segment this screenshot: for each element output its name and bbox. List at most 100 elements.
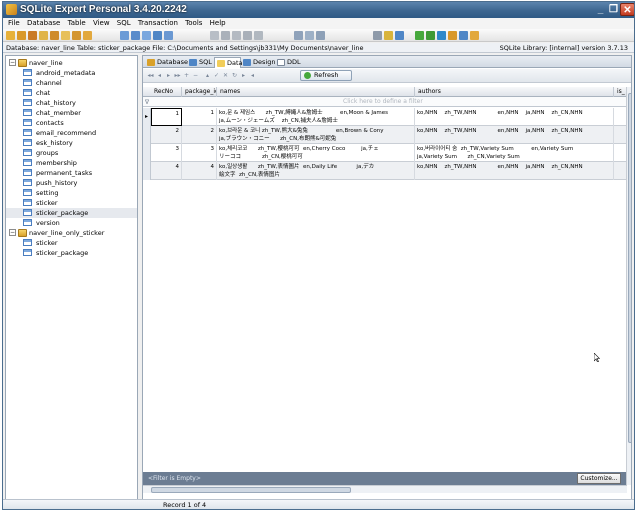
menu-help[interactable]: Help (210, 18, 226, 29)
horizontal-scrollbar-thumb[interactable] (151, 487, 351, 493)
tree-table-android-metadata[interactable]: android_metadata (6, 68, 137, 78)
next-page-button[interactable]: + (183, 72, 190, 79)
new-table-icon[interactable] (120, 31, 129, 40)
tree-table-chat-history[interactable]: chat_history (6, 98, 137, 108)
rename-table-icon[interactable] (142, 31, 151, 40)
tab-design[interactable]: Design (241, 57, 275, 68)
tab-database[interactable]: Database (145, 57, 188, 68)
menu-tools[interactable]: Tools (185, 18, 202, 29)
backup-database-icon[interactable] (61, 31, 70, 40)
maximize-button[interactable]: ❐ (606, 3, 621, 16)
cell-authors[interactable]: ko,버라이어티 숨 zh_TW,Variety Sum en,Variety … (415, 144, 614, 162)
tree-table-chat-member[interactable]: chat_member (6, 108, 137, 118)
tree-table-sticker-package[interactable]: sticker_package (6, 208, 137, 218)
filter-row[interactable]: ∇ Click here to define a filter (143, 97, 627, 107)
refresh-button[interactable]: Refresh (300, 70, 352, 81)
first-record-button[interactable]: ◂◂ (147, 72, 154, 79)
cell-authors[interactable]: ko,NHN zh_TW,NHN en,NHN ja,NHN zh_CN,NHN (415, 108, 614, 126)
tree-table-version[interactable]: version (6, 218, 137, 228)
menu-file[interactable]: File (8, 18, 20, 29)
tree-table-channel[interactable]: channel (6, 78, 137, 88)
collapse-icon[interactable]: − (9, 59, 16, 66)
menu-database[interactable]: Database (27, 18, 60, 29)
tree-table-email-recommend[interactable]: email_recommend (6, 128, 137, 138)
tree-db-naver-line-only-sticker[interactable]: − naver_line_only_sticker (6, 228, 137, 238)
tab-data[interactable]: Data (214, 57, 243, 68)
table-row[interactable]: 2 2 ko,브라운 & 코니 zh_TW,熊大&兔兔 en,Brown & Con… (143, 126, 627, 144)
execute-sql-icon[interactable] (305, 31, 314, 40)
design-table-icon[interactable] (131, 31, 140, 40)
rollback-icon[interactable] (395, 31, 404, 40)
menu-transaction[interactable]: Transaction (138, 18, 178, 29)
tree-table-permanent-tasks[interactable]: permanent_tasks (6, 168, 137, 178)
cell-authors[interactable]: ko,NHN zh_TW,NHN en,NHN ja,NHN zh_CN,NHN (415, 162, 614, 180)
cut-icon[interactable] (210, 31, 219, 40)
cell-package-id[interactable]: 4 (182, 162, 217, 180)
row-indicator[interactable]: ▸ (143, 108, 151, 126)
prior-page-button[interactable]: ◂ (156, 72, 163, 79)
prior-record-button[interactable]: ▸ (165, 72, 172, 79)
row-indicator[interactable] (143, 162, 151, 180)
copy-icon[interactable] (221, 31, 230, 40)
cell-recno[interactable]: 4 (151, 162, 182, 180)
cell-names[interactable]: ko,체리코코 zh_TW,櫻桃可可 en,Cherry Coco ja,チェ … (217, 144, 415, 162)
delete-record-button[interactable]: ✓ (213, 72, 220, 79)
tree-table-contacts[interactable]: contacts (6, 118, 137, 128)
last-record-button[interactable]: − (192, 72, 199, 79)
cancel-edit-button[interactable]: ▸ (240, 72, 247, 79)
tree-table-setting[interactable]: setting (6, 188, 137, 198)
import-icon[interactable] (426, 31, 435, 40)
title-bar[interactable]: SQLite Expert Personal 3.4.20.2242 _ ❐ ✕ (3, 2, 634, 18)
menu-sql[interactable]: SQL (117, 18, 131, 29)
tools-icon[interactable] (448, 31, 457, 40)
column-header-authors[interactable]: authors (415, 87, 614, 97)
tree-table-sticker-package[interactable]: sticker_package (6, 248, 137, 258)
menu-view[interactable]: View (93, 18, 110, 29)
export-database-icon[interactable] (50, 31, 59, 40)
table-row[interactable]: ▸ 1 1 ko,문 & 제임스 zh_TW,縛繩人&詹姆士 en,Moon & Ja… (143, 108, 627, 126)
undo-icon[interactable] (243, 31, 252, 40)
next-record-button[interactable]: ▸▸ (174, 72, 181, 79)
column-header-names[interactable]: names (217, 87, 415, 97)
find-icon[interactable] (294, 31, 303, 40)
tree-table-sticker[interactable]: sticker (6, 198, 137, 208)
restore-database-icon[interactable] (72, 31, 81, 40)
attach-database-icon[interactable] (28, 31, 37, 40)
help-icon[interactable] (470, 31, 479, 40)
edit-record-button[interactable]: ✕ (222, 72, 229, 79)
detach-database-icon[interactable] (39, 31, 48, 40)
insert-record-button[interactable]: ▴ (204, 72, 211, 79)
row-indicator[interactable] (143, 144, 151, 162)
commit-icon[interactable] (384, 31, 393, 40)
cell-package-id[interactable]: 2 (182, 126, 217, 144)
horizontal-scrollbar[interactable] (143, 485, 627, 493)
tab-ddl[interactable]: DDL (275, 57, 303, 68)
sql-history-icon[interactable] (316, 31, 325, 40)
tree-db-naver-line[interactable]: − naver_line (6, 58, 137, 68)
options-icon[interactable] (459, 31, 468, 40)
cell-authors[interactable]: ko,NHN zh_TW,NHN en,NHN ja,NHN zh_CN,NHN (415, 126, 614, 144)
cell-recno[interactable]: 1 (151, 108, 182, 126)
post-edit-button[interactable]: ↻ (231, 72, 238, 79)
column-header-package-id[interactable]: package_id (182, 87, 217, 97)
redo-icon[interactable] (254, 31, 263, 40)
cell-names[interactable]: ko,브라운 & 코니 zh_TW,熊大&兔兔 en,Brown & Cony … (217, 126, 415, 144)
refresh-icon[interactable] (415, 31, 424, 40)
vertical-scrollbar[interactable] (626, 87, 631, 485)
cell-recno[interactable]: 3 (151, 144, 182, 162)
row-indicator[interactable] (143, 126, 151, 144)
collapse-icon[interactable]: − (9, 229, 16, 236)
table-row[interactable]: 3 3 ko,체리코코 zh_TW,櫻桃可可 en,Cherry Coco ja,チ… (143, 144, 627, 162)
tree-table-esk-history[interactable]: esk_history (6, 138, 137, 148)
paste-icon[interactable] (232, 31, 241, 40)
vacuum-database-icon[interactable] (83, 31, 92, 40)
tree-table-push-history[interactable]: push_history (6, 178, 137, 188)
menu-table[interactable]: Table (68, 18, 86, 29)
table-row[interactable]: 4 4 ko,일상생활 zh_TW,表情圖片 en,Daily Life ja,デカ… (143, 162, 627, 180)
customize-button[interactable]: Customize... (577, 473, 621, 484)
cell-recno[interactable]: 2 (151, 126, 182, 144)
tree-table-membership[interactable]: membership (6, 158, 137, 168)
copy-table-icon[interactable] (153, 31, 162, 40)
column-header-recno[interactable]: RecNo (151, 87, 182, 97)
new-database-icon[interactable] (6, 31, 15, 40)
